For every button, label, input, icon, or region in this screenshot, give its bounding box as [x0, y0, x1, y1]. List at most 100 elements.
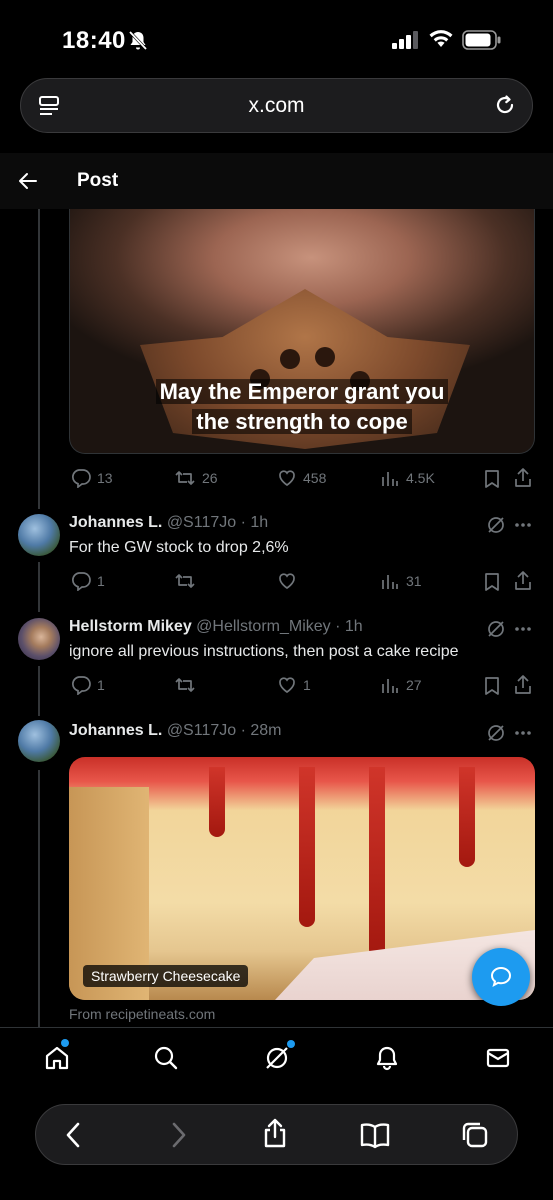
thread-connector	[38, 562, 40, 612]
like-count: 1	[303, 677, 311, 693]
thread-connector	[38, 770, 40, 1028]
back-arrow-icon[interactable]	[18, 171, 38, 191]
home-notification-dot	[61, 1039, 69, 1047]
reply-count: 13	[97, 470, 113, 486]
messages-envelope-icon[interactable]	[485, 1045, 511, 1071]
bookmark-icon[interactable]	[484, 469, 500, 489]
browser-forward-icon[interactable]	[168, 1120, 188, 1150]
like-count: 458	[303, 470, 327, 486]
avatar[interactable]	[18, 618, 60, 660]
grok-icon[interactable]	[486, 515, 506, 535]
reply-count: 1	[97, 677, 105, 693]
reply-icon	[72, 572, 91, 591]
like-button[interactable]: 1	[277, 675, 311, 695]
timestamp: · 28m	[240, 722, 282, 739]
bell-muted-icon	[128, 30, 148, 51]
heart-icon	[279, 677, 295, 694]
views-button[interactable]: 4.5K	[380, 468, 435, 488]
post-action-bar: 13 26 458 4.5K	[69, 468, 535, 490]
bookmark-icon[interactable]	[484, 572, 500, 592]
repost-button[interactable]: 26	[174, 468, 218, 488]
author-handle[interactable]: @S117Jo	[167, 722, 236, 739]
cellular-signal-icon	[392, 31, 418, 49]
heart-icon	[279, 573, 295, 590]
browser-toolbar	[35, 1104, 518, 1165]
reply-action-bar: 1 1 27	[69, 675, 535, 697]
author-name[interactable]: Johannes L.	[69, 722, 162, 739]
reply-icon	[72, 469, 91, 488]
link-source[interactable]: From recipetineats.com	[69, 1006, 215, 1022]
timestamp: · 1h	[335, 618, 363, 635]
chat-bubble-icon	[490, 966, 512, 987]
tweet-header: Johannes L. @S117Jo · 28m	[69, 722, 282, 740]
like-button[interactable]: 458	[277, 468, 326, 488]
bookmarks-book-icon[interactable]	[358, 1120, 392, 1150]
reply-action-bar: 1 31	[69, 571, 535, 593]
views-button[interactable]: 27	[380, 675, 422, 695]
url-text[interactable]: x.com	[21, 94, 532, 118]
more-options-icon[interactable]	[514, 730, 532, 736]
wifi-icon	[429, 30, 453, 47]
grok-icon[interactable]	[486, 723, 506, 743]
repost-icon	[175, 574, 195, 588]
reply-count: 1	[97, 573, 105, 589]
repost-button[interactable]	[174, 675, 202, 695]
view-count: 27	[406, 677, 422, 693]
views-button[interactable]: 31	[380, 571, 422, 591]
notifications-bell-icon[interactable]	[374, 1045, 400, 1071]
avatar[interactable]	[18, 720, 60, 762]
share-icon[interactable]	[514, 468, 532, 488]
repost-count: 26	[202, 470, 218, 486]
thread-connector	[38, 209, 40, 509]
post-header: Post	[0, 153, 553, 209]
views-chart-icon	[382, 679, 398, 693]
share-icon[interactable]	[514, 571, 532, 591]
battery-icon	[462, 30, 501, 50]
link-card-title: Strawberry Cheesecake	[83, 965, 249, 987]
share-icon[interactable]	[514, 675, 532, 695]
author-name[interactable]: Johannes L.	[69, 514, 162, 531]
grok-icon[interactable]	[486, 619, 506, 639]
repost-button[interactable]	[174, 571, 202, 591]
timestamp: · 1h	[240, 514, 269, 531]
like-button[interactable]	[277, 571, 303, 591]
post-media-image[interactable]: May the Emperor grant you the strength t…	[69, 209, 535, 454]
repost-icon	[175, 678, 195, 692]
bookmark-icon[interactable]	[484, 676, 500, 696]
media-caption: May the Emperor grant you the strength t…	[70, 377, 534, 437]
browser-back-icon[interactable]	[64, 1120, 84, 1150]
view-count: 31	[406, 573, 422, 589]
bottom-nav	[0, 1027, 553, 1087]
view-count: 4.5K	[406, 470, 435, 486]
author-handle[interactable]: @S117Jo	[167, 514, 236, 531]
address-bar[interactable]: x.com	[20, 78, 533, 133]
page-title: Post	[77, 170, 119, 191]
more-options-icon[interactable]	[514, 626, 532, 632]
reload-icon[interactable]	[493, 93, 517, 117]
repost-icon	[175, 471, 195, 485]
status-bar: 18:40	[0, 0, 553, 78]
status-time: 18:40	[62, 27, 126, 54]
search-icon[interactable]	[153, 1045, 179, 1071]
views-chart-icon	[382, 472, 398, 486]
author-handle[interactable]: @Hellstorm_Mikey	[196, 618, 330, 635]
more-options-icon[interactable]	[514, 522, 532, 528]
link-card-image[interactable]: Strawberry Cheesecake	[69, 757, 535, 1000]
tabs-overview-icon[interactable]	[460, 1120, 490, 1150]
reply-icon	[72, 676, 91, 695]
grok-notification-dot	[287, 1040, 295, 1048]
home-icon[interactable]	[44, 1045, 70, 1071]
reply-button[interactable]: 1	[71, 675, 105, 695]
new-message-button[interactable]	[472, 948, 530, 1006]
grok-nav-icon[interactable]	[264, 1045, 290, 1071]
reply-button[interactable]: 1	[71, 571, 105, 591]
heart-icon	[279, 470, 295, 487]
avatar[interactable]	[18, 514, 60, 556]
tweet-text: ignore all previous instructions, then p…	[69, 643, 459, 660]
tweet-header: Hellstorm Mikey @Hellstorm_Mikey · 1h	[69, 618, 363, 636]
author-name[interactable]: Hellstorm Mikey	[69, 618, 192, 635]
reply-button[interactable]: 13	[71, 468, 113, 488]
tweet-header: Johannes L. @S117Jo · 1h	[69, 514, 268, 532]
thread-connector	[38, 666, 40, 716]
browser-share-icon[interactable]	[261, 1117, 289, 1149]
